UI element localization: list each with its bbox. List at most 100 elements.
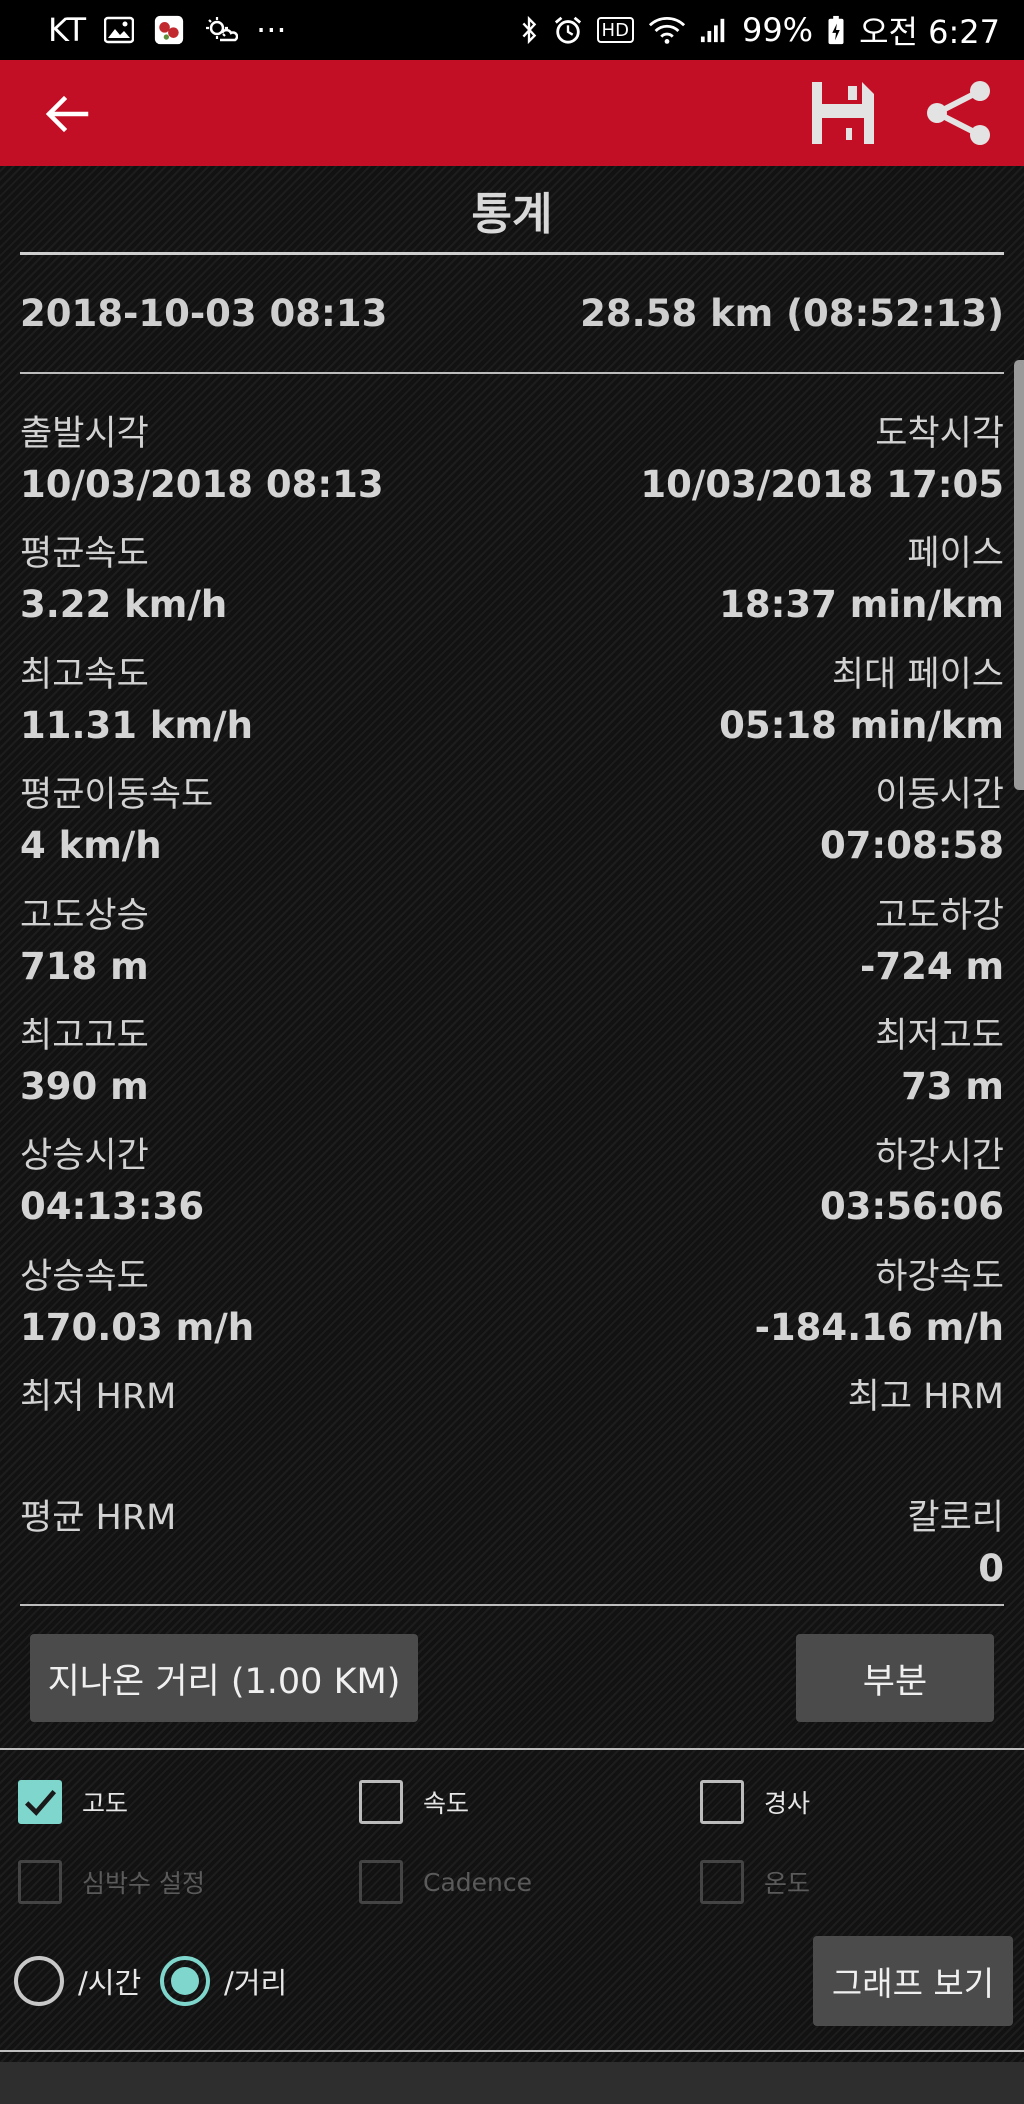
stat-descent-speed: 하강속도 -184.16 m/h <box>755 1251 1004 1353</box>
checkbox-box[interactable] <box>359 1780 403 1824</box>
stat-average-moving-speed: 평균이동속도 4 km/h <box>20 769 213 871</box>
checkbox-label: 속도 <box>423 1789 470 1818</box>
stat-elevation-gain: 고도상승 718 m <box>20 890 149 992</box>
stat-max-hrm: 최고 HRM <box>848 1371 1004 1473</box>
stat-end-time: 도착시각 10/03/2018 17:05 <box>640 408 1004 510</box>
stat-row: 상승속도 170.03 m/h 하강속도 -184.16 m/h <box>20 1251 1004 1371</box>
checkmark-icon <box>25 1789 57 1816</box>
radio-circle[interactable] <box>160 1956 210 2006</box>
stat-value: 718 m <box>20 944 149 988</box>
wifi-icon <box>648 13 686 47</box>
status-bar: KT ··· HD 99% 오전 6:27 <box>0 0 1024 60</box>
checkbox-label: 심박수 설정 <box>82 1869 205 1898</box>
clock: 오전 6:27 <box>859 13 1000 51</box>
stat-max-pace: 최대 페이스 05:18 min/km <box>719 649 1004 751</box>
show-graph-button[interactable]: 그래프 보기 <box>813 1936 1013 2026</box>
stat-moving-time: 이동시간 07:08:58 <box>820 769 1004 871</box>
save-icon <box>812 82 874 144</box>
distance-interval-button[interactable]: 지나온 거리 (1.00 KM) <box>30 1634 418 1722</box>
stat-ascent-speed: 상승속도 170.03 m/h <box>20 1251 254 1353</box>
signal-icon <box>700 13 728 47</box>
stat-label: 이동시간 <box>875 775 1004 816</box>
checkbox-cadence: Cadence <box>359 1860 532 1904</box>
stat-label: 평균 HRM <box>20 1497 177 1538</box>
stat-min-hrm: 최저 HRM <box>20 1371 176 1473</box>
stat-value: 4 km/h <box>20 824 162 868</box>
save-button[interactable] <box>810 80 876 146</box>
stat-label: 최저 HRM <box>20 1377 177 1418</box>
weather-icon <box>204 13 239 47</box>
stat-descent-time: 하강시간 03:56:06 <box>820 1130 1004 1232</box>
stat-row: 최고속도 11.31 km/h 최대 페이스 05:18 min/km <box>20 649 1004 769</box>
partial-button[interactable]: 부분 <box>796 1634 994 1722</box>
activity-distance: 28.58 km (08:52:13) <box>580 292 1004 335</box>
status-left: KT ··· <box>48 11 519 49</box>
stat-start-time: 출발시각 10/03/2018 08:13 <box>20 408 384 510</box>
stat-value: 170.03 m/h <box>20 1305 255 1349</box>
radio-selected-dot <box>171 1967 199 1995</box>
stat-row: 평균이동속도 4 km/h 이동시간 07:08:58 <box>20 769 1004 889</box>
radio-label: /시간 <box>78 1966 142 2000</box>
radio-label: /거리 <box>224 1966 288 2000</box>
checkbox-box[interactable] <box>700 1780 744 1824</box>
bottom-divider <box>0 2050 1024 2052</box>
stat-row: 출발시각 10/03/2018 08:13 도착시각 10/03/2018 17… <box>20 408 1004 528</box>
stat-value: 07:08:58 <box>819 824 1004 868</box>
stat-value: 05:18 min/km <box>719 703 1004 747</box>
scrollbar[interactable] <box>1014 360 1024 790</box>
stat-elevation-loss: 고도하강 -724 m <box>860 890 1004 992</box>
radio-by-distance[interactable]: /거리 <box>160 1956 287 2006</box>
back-button[interactable] <box>38 86 94 142</box>
stat-value: 3.22 km/h <box>20 583 228 627</box>
stat-average-speed: 평균속도 3.22 km/h <box>20 528 227 630</box>
stat-row: 최고고도 390 m 최저고도 73 m <box>20 1010 1004 1130</box>
stat-min-elevation: 최저고도 73 m <box>875 1010 1004 1112</box>
battery-charging-icon <box>827 13 845 47</box>
checkbox-box <box>700 1860 744 1904</box>
stat-label: 출발시각 <box>20 414 149 454</box>
app-bar <box>0 60 1024 166</box>
bottom-strip <box>0 2062 1024 2104</box>
checkbox-label: 경사 <box>764 1789 811 1818</box>
stat-label: 최고고도 <box>20 1015 149 1056</box>
stat-value: 10/03/2018 17:05 <box>640 463 1004 506</box>
stat-value: -184.16 m/h <box>754 1305 1004 1349</box>
checkbox-label: 고도 <box>82 1789 129 1818</box>
stat-value: 10/03/2018 08:13 <box>20 463 384 506</box>
stat-row: 최저 HRM 최고 HRM <box>20 1371 1004 1491</box>
checkbox-temperature: 온도 <box>700 1860 810 1904</box>
stat-row: 평균 HRM 칼로리 0 <box>20 1492 1004 1612</box>
carrier-label: KT <box>48 11 87 49</box>
stat-value: -724 m <box>859 944 1004 988</box>
activity-date: 2018-10-03 08:13 <box>20 292 388 335</box>
stat-value: 03:56:06 <box>819 1185 1004 1229</box>
stat-row: 상승시간 04:13:36 하강시간 03:56:06 <box>20 1130 1004 1250</box>
radio-circle[interactable] <box>14 1956 64 2006</box>
stat-label: 고도상승 <box>20 895 149 936</box>
checkbox-label: Cadence <box>423 1867 532 1897</box>
radio-by-time[interactable]: /시간 <box>14 1956 141 2006</box>
stat-label: 하강시간 <box>875 1136 1004 1177</box>
stat-label: 도착시각 <box>875 414 1004 454</box>
checkbox-speed[interactable]: 속도 <box>359 1780 469 1824</box>
stat-label: 상승시간 <box>20 1136 149 1177</box>
bluetooth-icon <box>519 13 539 47</box>
hd-voice-icon: HD <box>596 17 634 43</box>
stat-calories: 칼로리 0 <box>907 1492 1004 1594</box>
checkbox-box[interactable] <box>18 1780 62 1824</box>
graph-options-divider <box>0 1748 1024 1750</box>
stat-max-speed: 최고속도 11.31 km/h <box>20 649 253 751</box>
checkbox-box <box>18 1860 62 1904</box>
stat-label: 고도하강 <box>875 895 1004 936</box>
checkbox-slope[interactable]: 경사 <box>700 1780 810 1824</box>
more-notifications-indicator: ··· <box>256 11 287 49</box>
summary-divider <box>20 372 1004 374</box>
checkbox-elevation[interactable]: 고도 <box>18 1780 128 1824</box>
gallery-icon <box>104 13 135 47</box>
stat-row: 고도상승 718 m 고도하강 -724 m <box>20 890 1004 1010</box>
alarm-icon <box>553 13 583 47</box>
share-button[interactable] <box>922 80 994 146</box>
stat-ascent-time: 상승시간 04:13:36 <box>20 1130 204 1232</box>
app-notification-icon <box>152 13 186 47</box>
stat-value: 73 m <box>901 1064 1004 1108</box>
